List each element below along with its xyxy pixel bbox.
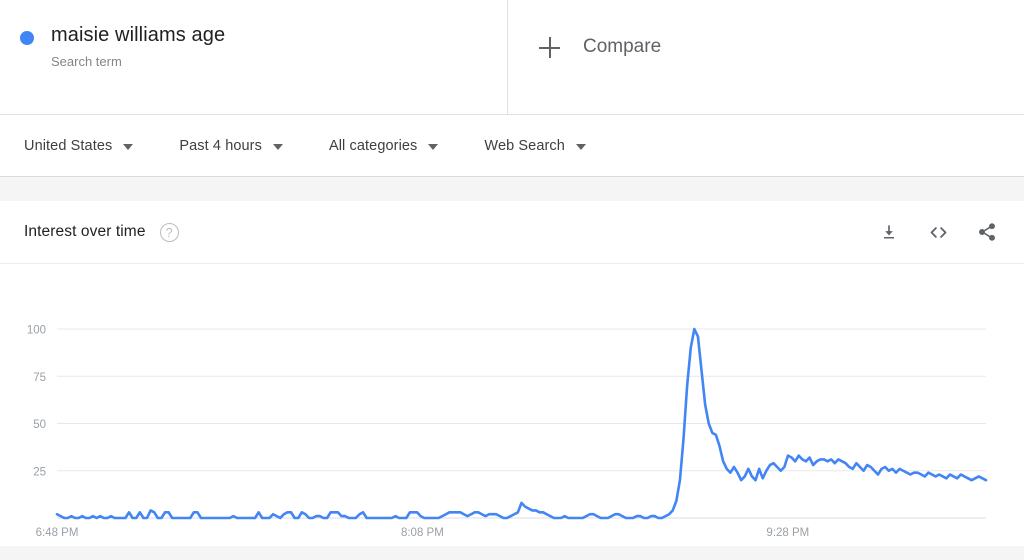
filter-search-type-label: Web Search — [484, 137, 565, 154]
card-actions — [877, 220, 1008, 244]
x-axis-label: 9:28 PM — [766, 527, 809, 539]
search-term-card[interactable]: maisie williams age Search term — [0, 0, 508, 114]
search-term-subtitle: Search term — [51, 54, 122, 69]
chart-canvas: 25 50 75 100 6:48 PM 8:08 PM 9:28 PM — [27, 325, 988, 539]
filter-region-label: United States — [24, 137, 113, 154]
chevron-down-icon — [123, 143, 134, 150]
interest-over-time-chart[interactable]: 25 50 75 100 6:48 PM 8:08 PM 9:28 PM — [0, 264, 1024, 546]
y-axis-label: 50 — [33, 419, 46, 431]
help-circle-icon[interactable]: ? — [159, 222, 179, 242]
page-background-tail — [0, 546, 1024, 560]
interest-over-time-card: Interest over time ? 25 50 75 100 6:48 P… — [0, 201, 1024, 546]
section-divider — [0, 176, 1024, 201]
series-color-dot — [20, 31, 34, 45]
filter-region[interactable]: United States — [24, 137, 134, 154]
filter-bar: United States Past 4 hours All categorie… — [0, 115, 1024, 176]
embed-code-icon[interactable] — [926, 220, 950, 244]
compare-label: Compare — [583, 36, 662, 57]
filter-search-type[interactable]: Web Search — [484, 138, 586, 154]
search-term-title: maisie williams age — [51, 24, 226, 46]
download-icon[interactable] — [877, 220, 901, 244]
y-axis-label: 100 — [27, 325, 46, 337]
filter-category[interactable]: All categories — [328, 137, 439, 154]
plus-icon — [539, 37, 561, 59]
chevron-down-icon — [272, 143, 283, 150]
chevron-down-icon — [575, 143, 586, 150]
search-term-text: maisie williams age Search term — [51, 22, 225, 70]
share-icon[interactable] — [975, 220, 999, 244]
y-axis-label: 25 — [33, 466, 46, 478]
filter-time-range[interactable]: Past 4 hours — [179, 138, 283, 154]
filter-category-label: All categories — [328, 137, 418, 154]
filter-time-range-label: Past 4 hours — [179, 137, 262, 154]
compare-button[interactable]: Compare — [508, 0, 1024, 114]
y-axis-label: 75 — [33, 372, 46, 384]
card-header: Interest over time ? — [0, 201, 1024, 264]
x-axis-label: 6:48 PM — [36, 527, 79, 539]
search-term-bar: maisie williams age Search term Compare — [0, 0, 1024, 115]
x-axis-label: 8:08 PM — [401, 527, 444, 539]
chevron-down-icon — [428, 143, 439, 150]
card-title: Interest over time — [24, 223, 146, 240]
